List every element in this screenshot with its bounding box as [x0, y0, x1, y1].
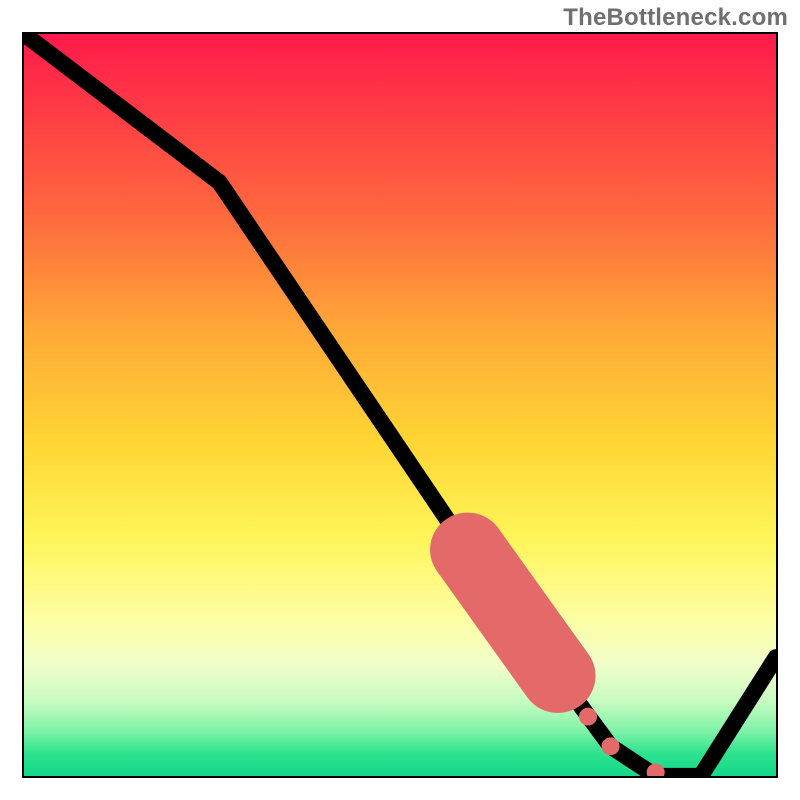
- marker-dot: [602, 737, 620, 755]
- watermark-text: TheBottleneck.com: [563, 4, 788, 32]
- bottleneck-curve: [24, 34, 776, 776]
- recommended-range-highlight: [468, 550, 558, 676]
- chart-stage: TheBottleneck.com: [0, 0, 800, 800]
- chart-svg: [24, 34, 776, 776]
- marker-dot: [579, 708, 597, 726]
- plot-area: [22, 32, 778, 778]
